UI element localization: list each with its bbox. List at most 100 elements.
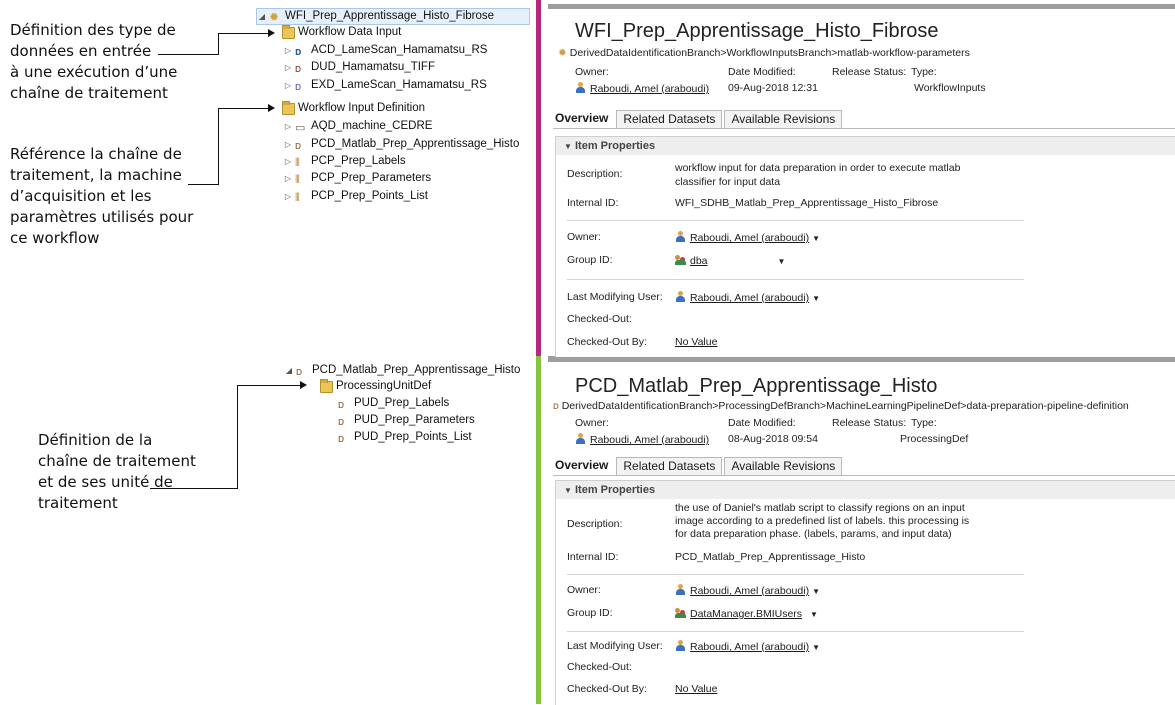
parameter-icon: ⦀	[295, 156, 300, 169]
chevron-down-icon[interactable]: ▼	[812, 587, 820, 596]
chevron-down-icon[interactable]: ▼	[810, 610, 818, 619]
tree-item-node[interactable]: ▷ ᴅ DUD_Hamamatsu_TIFF	[283, 60, 435, 75]
folder-icon	[282, 24, 295, 39]
tree-item-node[interactable]: ᴅ PUD_Prep_Parameters	[336, 413, 475, 428]
annotation-line: paramètres utilisés pour	[10, 208, 194, 226]
chevron-down-icon[interactable]: ▼	[812, 294, 820, 303]
tree-item-node[interactable]: ▷ ᴅ PCD_Matlab_Prep_Apprentissage_Histo	[283, 137, 519, 152]
tree-item-node[interactable]: ▷ ⦀ PCP_Prep_Points_List	[283, 189, 428, 204]
group-icon	[675, 254, 686, 265]
owner-link-text[interactable]: Raboudi, Amel (araboudi)	[690, 585, 809, 597]
gear-icon: ✹	[269, 9, 280, 24]
expand-icon[interactable]: ▷	[283, 171, 293, 186]
item-properties-header[interactable]: ▼ Item Properties	[556, 137, 1175, 155]
lmu-link-text[interactable]: Raboudi, Amel (araboudi)	[690, 292, 809, 304]
annotation-processing-unit-def: Définition de la chaîne de traitement et…	[38, 430, 196, 514]
panel-title: WFI_Prep_Apprentissage_Histo_Fibrose	[575, 20, 939, 42]
tab-related-datasets[interactable]: Related Datasets	[616, 110, 723, 128]
annotation-workflow-data-input: Définition des type de données en entrée…	[10, 20, 177, 104]
group-link-text[interactable]: dba	[690, 255, 708, 267]
tree-item-node[interactable]: ▷ ᴅ ACD_LameScan_Hamamatsu_RS	[283, 43, 488, 58]
tree-node-label: PCP_Prep_Points_List	[311, 190, 428, 202]
annotation-line: d’acquisition et les	[10, 187, 152, 205]
checked-out-by-value[interactable]: No Value	[675, 683, 717, 695]
folder-icon	[320, 378, 333, 393]
internal-id-label: Internal ID:	[567, 197, 619, 209]
tree-item-node[interactable]: ᴅ PUD_Prep_Labels	[336, 396, 449, 411]
group-id-value[interactable]: DataManager.BMIUsers ▼	[675, 607, 818, 620]
tree-folder-node[interactable]: Workflow Data Input	[280, 24, 401, 40]
tree-node-label: PUD_Prep_Labels	[354, 397, 450, 409]
breadcrumb: ✹ DerivedDataIdentificationBranch>Workfl…	[558, 47, 970, 59]
tree-folder-node[interactable]: ProcessingUnitDef	[318, 378, 431, 394]
annotation-line: et de ses unité de	[38, 473, 173, 491]
tree-item-node[interactable]: ▷ ▭ AQD_machine_CEDRE	[283, 119, 433, 134]
processing-unit-icon: ᴅ	[338, 398, 345, 411]
owner-link-text[interactable]: Raboudi, Amel (araboudi)	[590, 434, 709, 446]
last-modifying-user-value[interactable]: Raboudi, Amel (araboudi) ▼	[675, 291, 820, 304]
breadcrumb-text: DerivedDataIdentificationBranch>Workflow…	[569, 47, 970, 59]
tree-item-node[interactable]: ▷ ⦀ PCP_Prep_Parameters	[283, 171, 431, 186]
tab-available-revisions[interactable]: Available Revisions	[724, 110, 843, 128]
expand-icon[interactable]: ▷	[283, 137, 293, 152]
owner-link-text[interactable]: Raboudi, Amel (araboudi)	[690, 232, 809, 244]
tree-item-node[interactable]: ᴅ PUD_Prep_Points_List	[336, 430, 472, 445]
description-line: the use of Daniel's matlab script to cla…	[675, 502, 965, 514]
description-row: Description: the use of Daniel's matlab …	[555, 502, 1175, 544]
release-status-header-label: Release Status:	[832, 66, 907, 78]
owner-link-text[interactable]: Raboudi, Amel (araboudi)	[590, 83, 709, 95]
owner-link[interactable]: Raboudi, Amel (araboudi)	[575, 82, 709, 95]
tree-root-node[interactable]: ◢ ᴅ PCD_Matlab_Prep_Apprentissage_Histo	[284, 363, 520, 378]
chevron-down-icon[interactable]: ▼	[812, 234, 820, 243]
tab-overview[interactable]: Overview	[553, 457, 615, 475]
divider	[567, 574, 1024, 575]
lmu-link-text[interactable]: Raboudi, Amel (araboudi)	[690, 641, 809, 653]
owner-value[interactable]: Raboudi, Amel (araboudi) ▼	[675, 584, 820, 597]
group-id-value[interactable]: dba ▼	[675, 254, 785, 267]
tree-root-node[interactable]: ◢ ✹ WFI_Prep_Apprentissage_Histo_Fibrose	[256, 8, 530, 25]
item-properties-header[interactable]: ▼ Item Properties	[556, 481, 1175, 499]
expand-icon[interactable]: ▷	[283, 43, 293, 58]
description-row: Description: workflow input for data pre…	[555, 161, 1175, 191]
expand-icon[interactable]: ▷	[283, 154, 293, 169]
owner-label: Owner:	[567, 231, 601, 243]
date-modified-value: 08-Aug-2018 09:54	[728, 433, 818, 445]
checked-out-label: Checked-Out:	[567, 313, 632, 325]
owner-value[interactable]: Raboudi, Amel (araboudi) ▼	[675, 231, 820, 244]
checked-out-by-value[interactable]: No Value	[675, 336, 717, 348]
type-value: WorkflowInputs	[914, 82, 986, 94]
tree-node-label: PCD_Matlab_Prep_Apprentissage_Histo	[311, 138, 520, 150]
group-id-label: Group ID:	[567, 607, 613, 619]
owner-link[interactable]: Raboudi, Amel (araboudi)	[575, 433, 709, 446]
tree-item-node[interactable]: ▷ ⦀ PCP_Prep_Labels	[283, 154, 406, 169]
annotation-line: traitement	[38, 494, 118, 512]
collapse-icon[interactable]: ◢	[257, 9, 267, 24]
panel-divider-bottom	[536, 356, 541, 704]
dataset-icon: ᴅ	[295, 45, 302, 58]
annotation-line: Définition de la	[38, 431, 153, 449]
expand-icon[interactable]: ▷	[283, 189, 293, 204]
collapse-icon[interactable]: ◢	[284, 363, 294, 378]
section-title: Item Properties	[574, 140, 656, 152]
tree-node-label: PUD_Prep_Parameters	[354, 414, 475, 426]
tree-node-label: WFI_Prep_Apprentissage_Histo_Fibrose	[285, 10, 495, 22]
annotation-line: à une exécution d’une	[10, 63, 178, 81]
tab-available-revisions[interactable]: Available Revisions	[724, 457, 843, 475]
expand-icon[interactable]: ▷	[283, 119, 293, 134]
tab-related-datasets[interactable]: Related Datasets	[616, 457, 723, 475]
expand-icon[interactable]: ▷	[283, 78, 293, 93]
processing-def-icon: ᴅ	[296, 365, 303, 378]
checked-out-by-label: Checked-Out By:	[567, 336, 647, 348]
tab-overview[interactable]: Overview	[553, 110, 615, 128]
expand-icon[interactable]: ▷	[283, 60, 293, 75]
dataset-icon: ᴅ	[295, 62, 302, 75]
last-modifying-user-value[interactable]: Raboudi, Amel (araboudi) ▼	[675, 640, 820, 653]
type-header-label: Type:	[911, 417, 937, 429]
group-link-text[interactable]: DataManager.BMIUsers	[690, 608, 802, 620]
type-value: ProcessingDef	[900, 433, 969, 445]
tree-item-node[interactable]: ▷ ᴅ EXD_LameScan_Hamamatsu_RS	[283, 78, 487, 93]
chevron-down-icon[interactable]: ▼	[812, 643, 820, 652]
tree-folder-node[interactable]: Workflow Input Definition	[280, 100, 425, 116]
chevron-down-icon[interactable]: ▼	[778, 257, 786, 266]
collapse-icon: ▼	[564, 486, 572, 495]
